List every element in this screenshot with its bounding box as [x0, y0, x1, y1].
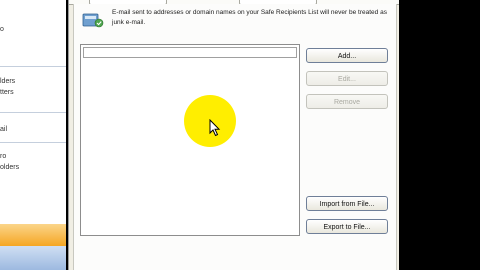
background-area — [399, 0, 480, 270]
nav-item-fragment[interactable]: tters — [0, 89, 14, 96]
remove-button[interactable]: Remove — [306, 94, 388, 109]
address-list-icon — [82, 13, 104, 28]
safe-recipients-list[interactable] — [80, 44, 300, 236]
list-entry-row[interactable] — [83, 47, 297, 58]
edit-button[interactable]: Edit... — [306, 71, 388, 86]
add-button[interactable]: Add... — [306, 48, 388, 63]
nav-bottom-bar[interactable] — [0, 246, 66, 270]
nav-divider — [0, 142, 66, 143]
export-to-file-button[interactable]: Export to File... — [306, 219, 388, 234]
nav-item-fragment[interactable]: lders — [0, 78, 15, 85]
mouse-pointer-icon — [209, 119, 221, 137]
navigation-pane: o lders tters ail ro olders — [0, 0, 66, 270]
nav-item-fragment[interactable]: o — [0, 26, 4, 33]
nav-divider — [0, 112, 66, 113]
nav-item-fragment[interactable]: ro — [0, 153, 6, 160]
info-description: E-mail sent to addresses or domain names… — [112, 9, 387, 26]
nav-selected-bar[interactable] — [0, 224, 66, 246]
nav-item-fragment[interactable]: olders — [0, 164, 19, 171]
nav-divider — [0, 66, 66, 67]
import-from-file-button[interactable]: Import from File... — [306, 196, 388, 211]
screen: o lders tters ail ro olders E-mail sent … — [0, 0, 480, 270]
nav-item-fragment[interactable]: ail — [0, 126, 7, 133]
